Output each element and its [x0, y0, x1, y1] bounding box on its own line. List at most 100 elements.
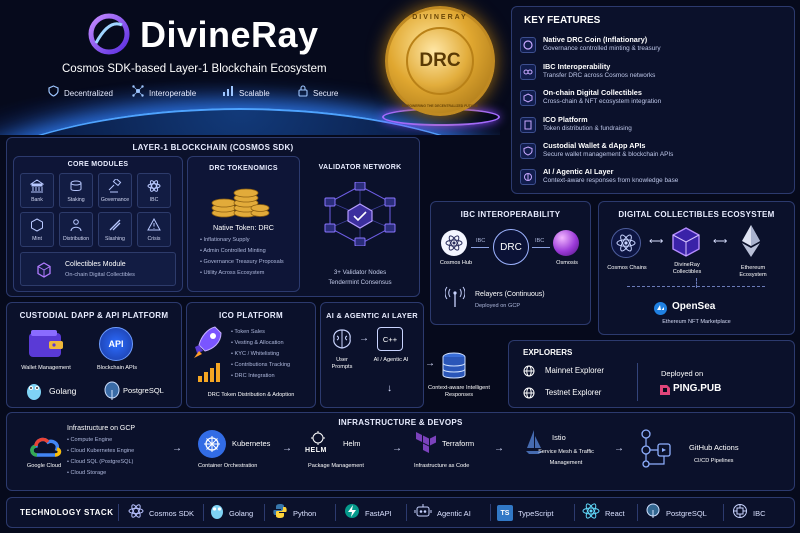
ico-bullet: • KYC / Whitelisting: [231, 351, 280, 357]
tech-agentic-ai: Agentic AI: [414, 503, 471, 523]
globe-icon: [523, 386, 535, 399]
tech-label: FastAPI: [365, 508, 392, 518]
google-cloud-label: Google Cloud: [26, 463, 62, 469]
ibc-chip-icon: [732, 503, 748, 524]
shield-icon: [48, 84, 59, 102]
ibc-left-label: Cosmos Hub: [439, 260, 473, 266]
gopher-icon: [210, 503, 224, 524]
istio-sub: Service Mesh & Traffic Management: [538, 449, 594, 466]
divider: [335, 504, 336, 521]
collectibles-center-label: DivineRay Collectibles: [672, 262, 702, 275]
collectibles-right-label: Ethereum Ecosystem: [739, 265, 767, 278]
validator-line2: Tendermint Consensus: [328, 279, 392, 286]
gavel-icon: [99, 177, 131, 195]
wallet-icon: [27, 329, 65, 359]
ico-bullet: • Vesting & Allocation: [231, 340, 284, 346]
module-bank: Bank: [20, 173, 54, 208]
feature-sub: Cross-chain & NFT ecosystem integration: [543, 98, 662, 105]
tech-react: React: [582, 502, 625, 523]
feature-sub: Governance controlled minting & treasury: [543, 45, 661, 52]
tech-label: Cosmos SDK: [149, 508, 195, 518]
api-label: Blockchain APIs: [96, 365, 138, 371]
drc-node-label: DRC: [500, 241, 522, 253]
gcp-bullet-text: Cloud SQL (PostgreSQL): [70, 459, 134, 465]
drc-coin: DIVINERAY EMPOWERING THE DECENTRALIZED F…: [385, 6, 495, 116]
testnet-explorer-link[interactable]: Testnet Explorer: [545, 388, 601, 397]
tech-label: Golang: [229, 508, 254, 518]
badge-interoperable: Interoperable: [132, 84, 196, 102]
gcp-bullet: • Cloud SQL (PostgreSQL): [67, 459, 134, 465]
ethereum-icon: [741, 224, 761, 258]
opensea-label: OpenSea: [672, 301, 716, 312]
agent-chip-text: C++: [382, 334, 398, 344]
helm-sub: Package Management: [308, 463, 364, 469]
tech-python: Python: [272, 503, 316, 523]
feature-title: Custodial Wallet & dApp APIs: [543, 141, 646, 150]
coin-rim-text: DIVINERAY: [412, 14, 468, 21]
tokenomics-bullet-text: Utility Across Ecosystem: [203, 270, 265, 276]
feature-title: AI / Agentic AI Layer: [543, 167, 614, 176]
globe-icon: [523, 364, 535, 377]
opensea-sub: Ethereum NFT Marketplace: [662, 319, 731, 325]
terraform-label: Terraform: [442, 439, 475, 448]
custodial-title: CUSTODIAL DAPP & API PLATFORM: [19, 311, 169, 320]
relayers-label: Relayers (Continuous): [475, 291, 545, 298]
tech-label: Python: [293, 508, 317, 518]
arrow-right-icon: →: [282, 443, 292, 454]
module-distribution: Distribution: [59, 212, 93, 247]
divider: [203, 504, 204, 521]
divider: [118, 504, 119, 521]
badge-scalable: Scalable: [222, 84, 270, 102]
agent-chip-icon: C++: [377, 327, 403, 351]
growth-chart-icon: [197, 361, 223, 383]
kubernetes-icon: [198, 430, 226, 458]
ai-user-label: User Prompts: [331, 357, 353, 370]
warning-icon: [138, 216, 170, 234]
module-label: Mint: [32, 236, 42, 242]
ico-bullet-text: Token Sales: [234, 329, 265, 335]
gcp-bullet: • Cloud Kubernetes Engine: [67, 448, 135, 454]
feature-sub: Context-aware responses from knowledge b…: [543, 177, 679, 184]
tech-postgresql: PostgreSQL: [645, 503, 707, 523]
wallet-label: Wallet Management: [21, 365, 71, 371]
robot-icon: [414, 503, 432, 524]
mainnet-explorer-link[interactable]: Mainnet Explorer: [545, 366, 604, 375]
divider: [574, 504, 575, 521]
module-label: IBC: [149, 197, 159, 203]
badge-label: Scalable: [239, 88, 270, 98]
tokenomics-bullet: • Inflationary Supply: [200, 237, 250, 243]
database-icon: [441, 352, 467, 380]
ibc-title: IBC INTEROPERABILITY: [460, 210, 561, 219]
tech-typescript: TS TypeScript: [497, 503, 553, 523]
explorers-title: EXPLORERS: [523, 348, 573, 357]
gcp-bullet-text: Cloud Kubernetes Engine: [70, 448, 135, 454]
fastapi-icon: [344, 503, 360, 524]
tech-stack-title: TECHNOLOGY STACK: [20, 508, 114, 517]
api-icon: API: [99, 327, 133, 361]
collectibles-module-title: Collectibles Module: [65, 261, 126, 268]
cosmos-chains-icon: [611, 228, 641, 258]
relayer-antenna-icon: [444, 286, 466, 308]
feature-sub: Secure wallet management & blockchain AP…: [543, 151, 674, 158]
module-staking: Staking: [59, 173, 93, 208]
arrow-down-icon: ↓: [387, 383, 392, 394]
gcp-title: Infrastructure on GCP: [67, 425, 136, 432]
relayers-deployed: Deployed on GCP: [475, 303, 521, 309]
ico-footer: DRC Token Distribution & Adoption: [207, 392, 295, 398]
module-governance: Governance: [98, 173, 132, 208]
golang-label: Golang: [49, 386, 77, 396]
gcp-bullet-text: Compute Engine: [70, 437, 113, 443]
arrow-right-icon: →: [494, 443, 504, 454]
brand-name: DivineRay: [140, 14, 319, 55]
brand-subtitle: Cosmos SDK-based Layer-1 Blockchain Ecos…: [62, 63, 327, 75]
divider: [637, 363, 638, 401]
core-modules-title: CORE MODULES: [67, 161, 129, 168]
module-label: Distribution: [63, 236, 89, 242]
key-features-title: KEY FEATURES: [524, 15, 601, 26]
ico-bullet-text: Contributions Tracking: [234, 362, 291, 368]
tech-ibc: IBC: [732, 503, 766, 523]
python-icon: [272, 503, 288, 524]
bidirectional-arrow-icon: ⟷: [649, 236, 664, 247]
golang-gopher-icon: [25, 381, 43, 401]
github-actions-icon: [640, 428, 676, 468]
